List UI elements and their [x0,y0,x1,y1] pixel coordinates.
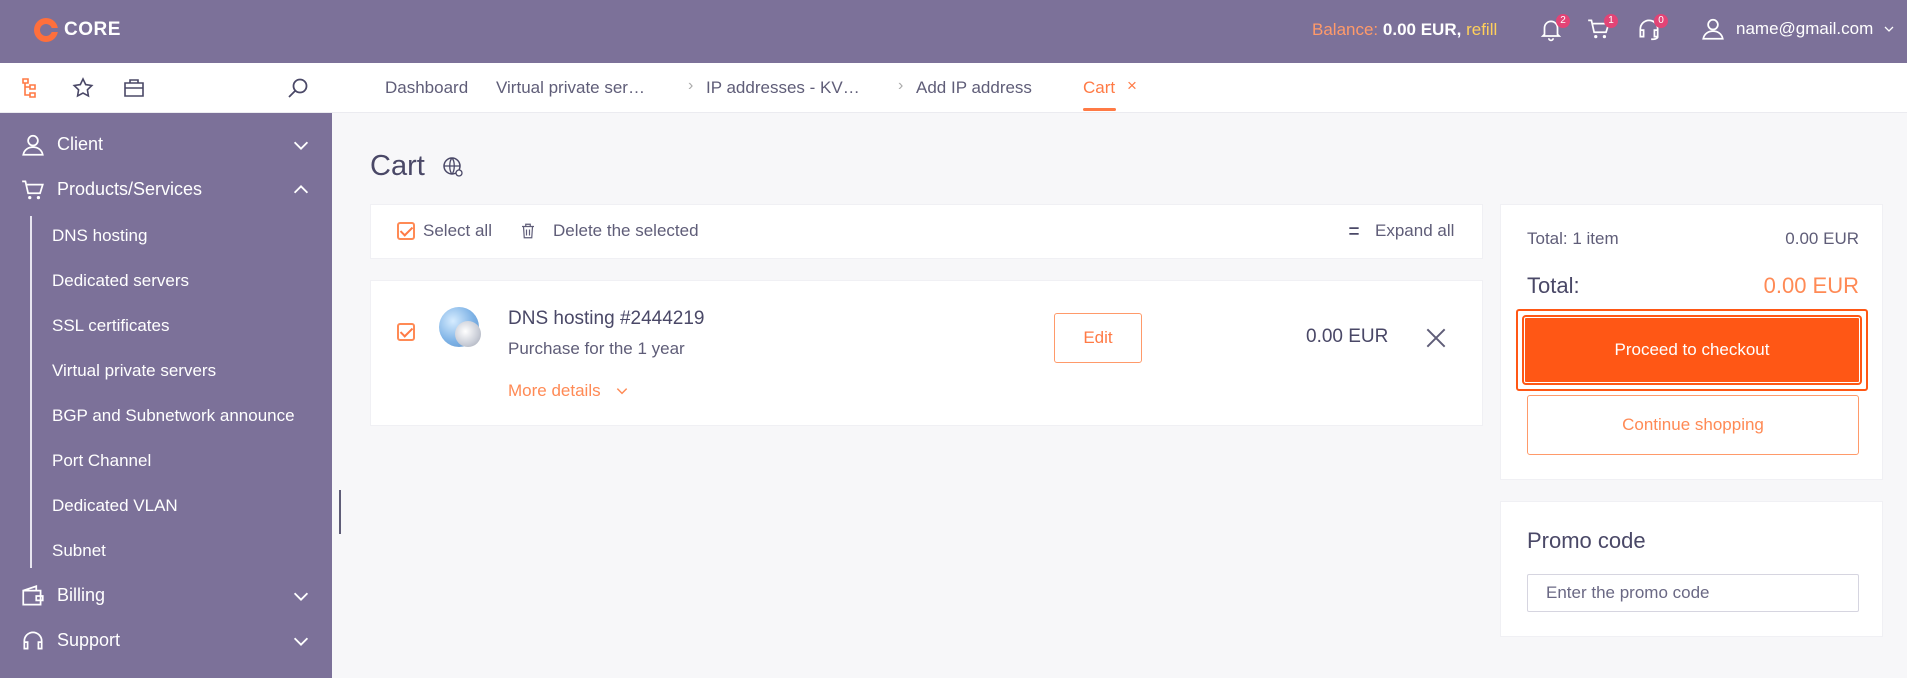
logo-text: CORE [64,19,121,40]
active-tab-indicator [1083,108,1116,111]
close-icon[interactable] [1423,325,1449,351]
sidebar-item-support[interactable]: Support [0,618,332,663]
briefcase-icon[interactable] [122,76,146,100]
page-title: Cart [370,150,465,183]
star-icon[interactable] [71,76,95,100]
sidebar-sub-vps[interactable]: Virtual private servers [52,361,216,381]
sidebar: Client Products/Services DNS hosting Ded… [0,113,332,678]
total-value: 0.00 EUR [1763,273,1859,298]
cart-button[interactable]: 1 [1586,14,1618,46]
headset-icon [23,630,43,649]
trash-icon [522,223,534,239]
close-tab-icon[interactable]: × [1127,76,1137,96]
sidebar-sub-port-channel[interactable]: Port Channel [52,451,151,471]
checkout-focus-ring: Proceed to checkout [1516,309,1868,391]
total-label: Total: [1527,273,1580,298]
chevron-down-icon [293,141,309,150]
more-details-toggle[interactable]: More details [508,381,629,401]
total-items-value: 0.00 EUR [1785,229,1859,248]
sidebar-item-label: Billing [57,585,106,605]
breadcrumb-separator-icon: › [688,77,694,94]
edit-button[interactable]: Edit [1054,313,1142,363]
sidebar-resize-handle[interactable] [339,490,341,534]
select-all-label: Select all [423,221,492,240]
sidebar-item-client[interactable]: Client [0,122,332,167]
chevron-up-icon [293,184,309,193]
notifications-badge: 2 [1556,14,1570,28]
expand-all-button[interactable]: Expand all [1347,221,1454,241]
logo[interactable]: CORE [34,18,121,42]
sidebar-sub-ssl[interactable]: SSL certificates [52,316,169,336]
promo-code-card: Promo code [1500,501,1883,637]
sidebar-sub-dns-hosting[interactable]: DNS hosting [52,226,147,246]
sidebar-item-products[interactable]: Products/Services [0,167,332,212]
delete-selected-label: Delete the selected [553,221,699,240]
sidebar-item-billing[interactable]: Billing [0,573,332,618]
user-email: name@gmail.com [1736,19,1874,38]
user-menu[interactable]: name@gmail.com [1700,16,1895,42]
checkbox-checked-icon [397,222,415,240]
client-icon [22,134,44,156]
promo-title: Promo code [1527,528,1646,553]
proceed-to-checkout-button[interactable]: Proceed to checkout [1524,317,1860,383]
item-subtitle: Purchase for the 1 year [508,339,685,358]
sidebar-sub-dedicated-servers[interactable]: Dedicated servers [52,271,189,291]
balance: Balance: 0.00 EUR, refill [1312,20,1497,40]
sidebar-toolbar [0,63,332,113]
cart-item: DNS hosting #2444219 Purchase for the 1 … [370,280,1483,426]
sidebar-sub-bgp[interactable]: BGP and Subnetwork announce [52,406,295,426]
total-items-row: Total: 1 item 0.00 EUR [1527,229,1859,249]
search-icon[interactable] [286,76,310,100]
support-button[interactable]: 0 [1636,14,1668,46]
more-details-label: More details [508,381,601,400]
submenu-line [30,216,32,568]
wallet-icon [22,584,44,606]
total-items-label: Total: 1 item [1527,229,1619,248]
tree-icon[interactable] [20,76,44,100]
select-all-checkbox[interactable]: Select all [397,221,492,241]
expand-icon [1349,227,1359,235]
item-price: 0.00 EUR [1306,326,1389,347]
logo-icon [34,18,58,42]
item-title: DNS hosting #2444219 [508,308,705,329]
item-checkbox[interactable] [397,323,415,341]
balance-value: 0.00 EUR, [1382,20,1462,39]
top-bar: CORE Balance: 0.00 EUR, refill 2 1 0 nam… [0,0,1907,63]
chevron-down-icon [293,637,309,646]
continue-shopping-button[interactable]: Continue shopping [1527,395,1859,455]
order-summary: Total: 1 item 0.00 EUR Total: 0.00 EUR P… [1500,204,1883,480]
sidebar-item-label: Client [57,134,104,154]
user-icon [1702,18,1724,40]
breadcrumb-vps[interactable]: Virtual private ser… [496,78,645,98]
sidebar-sub-dedicated-vlan[interactable]: Dedicated VLAN [52,496,178,516]
breadcrumb-ip-addresses[interactable]: IP addresses - KV… [706,78,860,98]
breadcrumb-add-ip[interactable]: Add IP address [916,78,1032,98]
globe-settings-icon[interactable] [441,155,465,179]
support-badge: 0 [1654,14,1668,28]
dns-hosting-icon [439,307,481,347]
breadcrumb-separator-icon: › [898,77,904,94]
sidebar-sub-subnet[interactable]: Subnet [52,541,106,561]
delete-selected-button[interactable]: Delete the selected [519,221,699,241]
cart-badge: 1 [1604,14,1618,28]
chevron-down-icon [293,592,309,601]
chevron-down-icon [616,388,627,395]
cart-icon [22,179,44,199]
chevron-down-icon [1884,26,1894,32]
refill-link[interactable]: refill [1466,20,1497,39]
breadcrumb: Dashboard Virtual private ser… › IP addr… [332,63,1907,113]
breadcrumb-cart[interactable]: Cart [1083,78,1115,98]
sidebar-item-label: Support [57,630,121,650]
expand-all-label: Expand all [1375,221,1455,240]
promo-code-input[interactable] [1527,574,1859,612]
breadcrumb-dashboard[interactable]: Dashboard [385,78,468,98]
balance-label: Balance: [1312,20,1379,39]
page-title-text: Cart [370,150,425,182]
notifications-button[interactable]: 2 [1538,14,1570,46]
sidebar-item-label: Products/Services [57,179,203,199]
cart-toolbar: Select all Delete the selected Expand al… [370,204,1483,259]
total-row: Total: 0.00 EUR [1527,273,1859,299]
